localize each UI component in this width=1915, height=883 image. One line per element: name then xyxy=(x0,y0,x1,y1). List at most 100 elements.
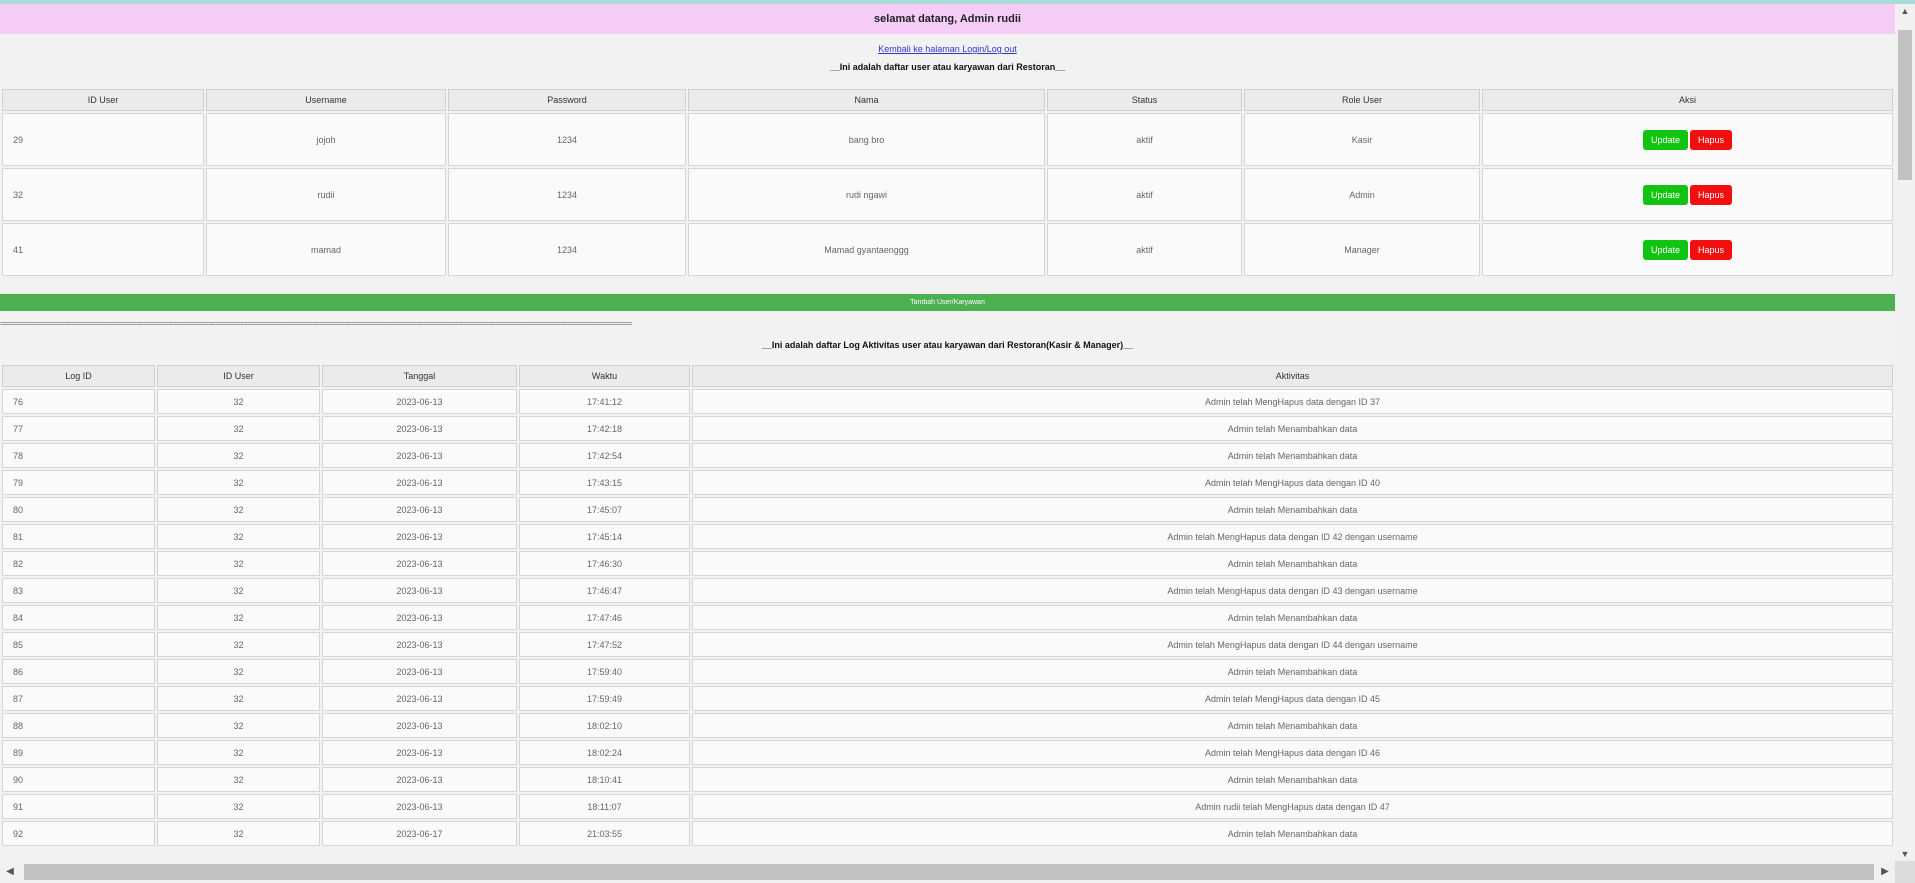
horizontal-scrollbar[interactable]: ◀ ▶ xyxy=(0,861,1895,883)
cell-id-user: 32 xyxy=(157,470,320,495)
cell-log-id: 89 xyxy=(2,740,155,765)
cell-id-user: 29 xyxy=(2,113,204,166)
table-row: 78 32 2023-06-13 17:42:54 Admin telah Menamb… xyxy=(2,443,1893,468)
add-user-button[interactable]: Tambah User/Karyawan xyxy=(0,294,1895,311)
cell-aktivitas: Admin telah Menambahkan data xyxy=(692,605,1893,630)
cell-role: Admin xyxy=(1244,168,1480,221)
cell-log-id: 88 xyxy=(2,713,155,738)
table-row: 85 32 2023-06-13 17:47:52 Admin telah MengHa… xyxy=(2,632,1893,657)
table-row: 82 32 2023-06-13 17:46:30 Admin telah Menamb… xyxy=(2,551,1893,576)
arrow-down-icon[interactable]: ▼ xyxy=(1895,847,1915,861)
table-row: 92 32 2023-06-17 21:03:55 Admin telah Menamb… xyxy=(2,821,1893,846)
cell-aktivitas: Admin telah Menambahkan data xyxy=(692,416,1893,441)
cell-aktivitas: Admin telah Menambahkan data xyxy=(692,659,1893,684)
cell-role: Kasir xyxy=(1244,113,1480,166)
table-row: 32 rudii 1234 rudi ngawi aktif Admin Upd… xyxy=(2,168,1893,221)
cell-log-id: 91 xyxy=(2,794,155,819)
header-waktu: Waktu xyxy=(519,365,690,387)
horizontal-scroll-thumb[interactable] xyxy=(24,864,1874,880)
update-button[interactable]: Update xyxy=(1642,239,1688,260)
header-tanggal: Tanggal xyxy=(322,365,517,387)
cell-log-id: 76 xyxy=(2,389,155,414)
users-table: ID User Username Password Nama Status Ro… xyxy=(0,87,1895,278)
cell-waktu: 17:43:15 xyxy=(519,470,690,495)
vertical-scrollbar[interactable]: ▲ ▼ xyxy=(1895,4,1915,861)
cell-id-user: 32 xyxy=(157,767,320,792)
cell-status: aktif xyxy=(1047,168,1242,221)
header-aktivitas: Aktivitas xyxy=(692,365,1893,387)
cell-waktu: 17:47:46 xyxy=(519,605,690,630)
cell-status: aktif xyxy=(1047,113,1242,166)
cell-aktivitas: Admin telah MengHapus data dengan ID 46 xyxy=(692,740,1893,765)
delete-button[interactable]: Hapus xyxy=(1690,129,1733,150)
cell-tanggal: 2023-06-13 xyxy=(322,443,517,468)
users-header-row: ID User Username Password Nama Status Ro… xyxy=(2,89,1893,111)
cell-tanggal: 2023-06-13 xyxy=(322,551,517,576)
cell-waktu: 18:02:24 xyxy=(519,740,690,765)
header-nama: Nama xyxy=(688,89,1045,111)
delete-button[interactable]: Hapus xyxy=(1690,239,1733,260)
cell-waktu: 18:11:07 xyxy=(519,794,690,819)
table-row: 79 32 2023-06-13 17:43:15 Admin telah MengHa… xyxy=(2,470,1893,495)
arrow-up-icon[interactable]: ▲ xyxy=(1895,4,1915,18)
cell-tanggal: 2023-06-13 xyxy=(322,686,517,711)
cell-tanggal: 2023-06-13 xyxy=(322,524,517,549)
cell-log-id: 85 xyxy=(2,632,155,657)
cell-waktu: 17:41:12 xyxy=(519,389,690,414)
cell-aktivitas: Admin telah Menambahkan data xyxy=(692,443,1893,468)
cell-tanggal: 2023-06-13 xyxy=(322,416,517,441)
header-role-user: Role User xyxy=(1244,89,1480,111)
table-row: 88 32 2023-06-13 18:02:10 Admin telah Menamb… xyxy=(2,713,1893,738)
welcome-banner: selamat datang, Admin rudii xyxy=(0,4,1895,34)
cell-tanggal: 2023-06-13 xyxy=(322,497,517,522)
cell-username: rudii xyxy=(206,168,446,221)
cell-waktu: 18:10:41 xyxy=(519,767,690,792)
cell-id-user: 32 xyxy=(157,551,320,576)
table-row: 81 32 2023-06-13 17:45:14 Admin telah MengHa… xyxy=(2,524,1893,549)
table-row: 80 32 2023-06-13 17:45:07 Admin telah Menamb… xyxy=(2,497,1893,522)
cell-tanggal: 2023-06-13 xyxy=(322,632,517,657)
cell-log-id: 79 xyxy=(2,470,155,495)
cell-nama: rudi ngawi xyxy=(688,168,1045,221)
cell-waktu: 17:45:07 xyxy=(519,497,690,522)
scrollbar-corner xyxy=(1895,861,1915,883)
cell-log-id: 77 xyxy=(2,416,155,441)
vertical-scroll-thumb[interactable] xyxy=(1898,30,1912,180)
arrow-left-icon[interactable]: ◀ xyxy=(0,861,20,883)
delete-button[interactable]: Hapus xyxy=(1690,184,1733,205)
table-row: 90 32 2023-06-13 18:10:41 Admin telah Menamb… xyxy=(2,767,1893,792)
cell-tanggal: 2023-06-13 xyxy=(322,659,517,684)
cell-log-id: 82 xyxy=(2,551,155,576)
cell-log-id: 92 xyxy=(2,821,155,846)
cell-role: Manager xyxy=(1244,223,1480,276)
cell-aktivitas: Admin rudii telah MengHapus data dengan … xyxy=(692,794,1893,819)
table-row: 29 jojoh 1234 bang bro aktif Kasir Updat… xyxy=(2,113,1893,166)
users-heading: __Ini adalah daftar user atau karyawan d… xyxy=(829,62,1066,72)
arrow-right-icon[interactable]: ▶ xyxy=(1875,861,1895,883)
cell-aktivitas: Admin telah MengHapus data dengan ID 44 … xyxy=(692,632,1893,657)
cell-waktu: 21:03:55 xyxy=(519,821,690,846)
cell-aktivitas: Admin telah MengHapus data dengan ID 42 … xyxy=(692,524,1893,549)
cell-log-id: 84 xyxy=(2,605,155,630)
cell-tanggal: 2023-06-13 xyxy=(322,470,517,495)
page-content: selamat datang, Admin rudii Kembali ke h… xyxy=(0,4,1895,861)
table-row: 77 32 2023-06-13 17:42:18 Admin telah Menamb… xyxy=(2,416,1893,441)
cell-tanggal: 2023-06-13 xyxy=(322,605,517,630)
cell-username: mamad xyxy=(206,223,446,276)
cell-waktu: 17:42:18 xyxy=(519,416,690,441)
cell-aksi: Update Hapus xyxy=(1482,113,1893,166)
back-to-login-link[interactable]: Kembali ke halaman Login/Log out xyxy=(0,44,1895,54)
update-button[interactable]: Update xyxy=(1642,184,1688,205)
cell-waktu: 18:02:10 xyxy=(519,713,690,738)
table-row: 84 32 2023-06-13 17:47:46 Admin telah Menamb… xyxy=(2,605,1893,630)
header-aksi: Aksi xyxy=(1482,89,1893,111)
update-button[interactable]: Update xyxy=(1642,129,1688,150)
header-id-user: ID User xyxy=(157,365,320,387)
cell-waktu: 17:47:52 xyxy=(519,632,690,657)
header-username: Username xyxy=(206,89,446,111)
cell-id-user: 32 xyxy=(157,659,320,684)
cell-tanggal: 2023-06-13 xyxy=(322,794,517,819)
cell-aktivitas: Admin telah MengHapus data dengan ID 40 xyxy=(692,470,1893,495)
cell-waktu: 17:59:49 xyxy=(519,686,690,711)
cell-aktivitas: Admin telah MengHapus data dengan ID 45 xyxy=(692,686,1893,711)
